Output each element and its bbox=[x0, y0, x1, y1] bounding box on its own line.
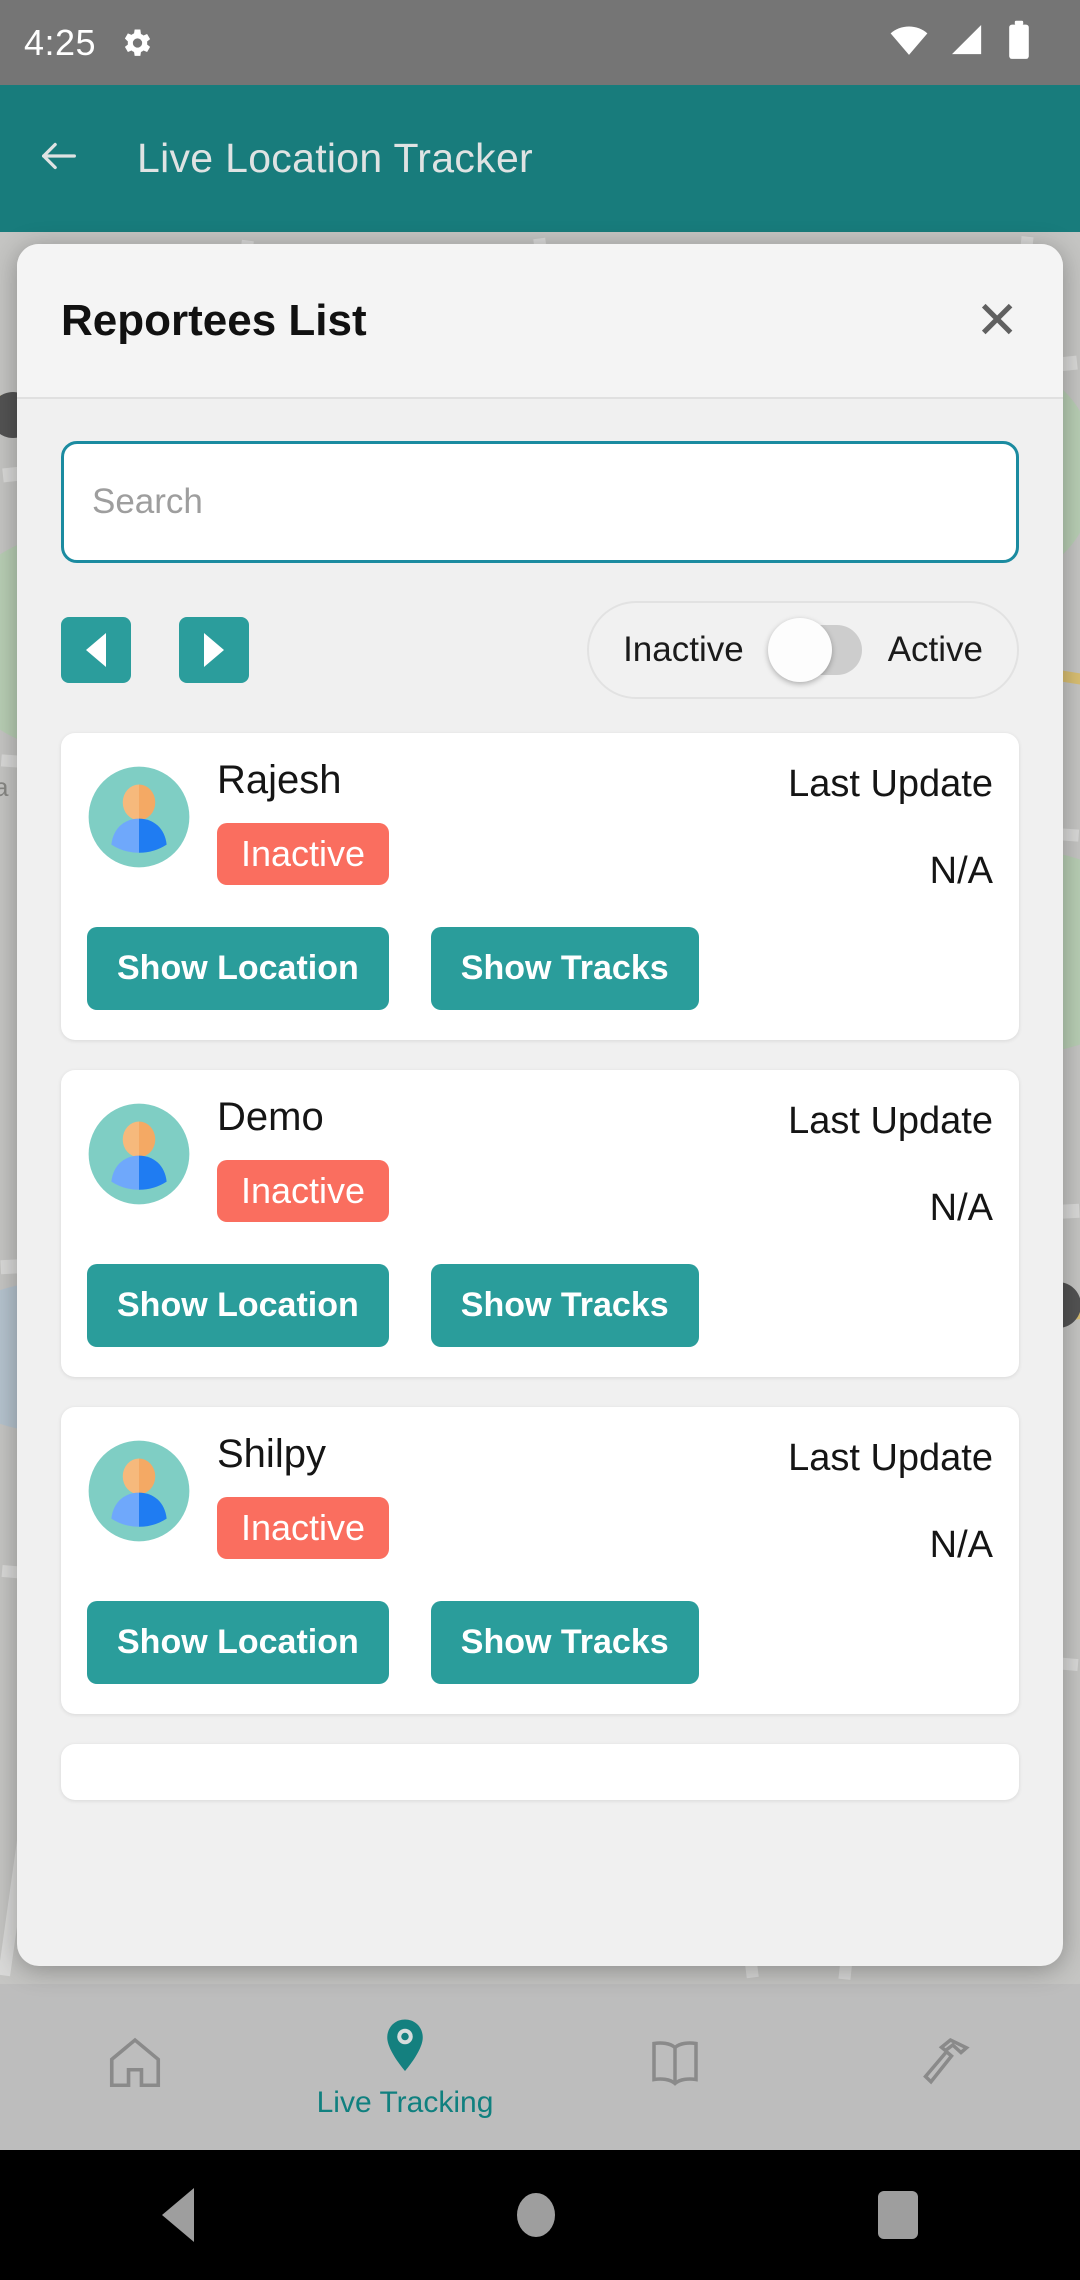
dialog-body: Inactive Active bbox=[17, 399, 1063, 1966]
last-update-block: Last Update N/A bbox=[753, 1096, 993, 1230]
show-location-button[interactable]: Show Location bbox=[87, 1264, 389, 1347]
bottom-navigation: Live Tracking bbox=[0, 1984, 1080, 2150]
nav-item-home[interactable] bbox=[0, 2031, 270, 2104]
wifi-icon bbox=[888, 19, 930, 66]
status-filter-toggle[interactable]: Inactive Active bbox=[587, 601, 1019, 699]
status-right-icons bbox=[888, 19, 1056, 66]
show-tracks-button[interactable]: Show Tracks bbox=[430, 1264, 699, 1347]
hammer-icon bbox=[915, 2032, 975, 2097]
avatar bbox=[87, 1102, 191, 1206]
toggle-label-active: Active bbox=[887, 630, 983, 669]
reportee-info: Shilpy Inactive bbox=[217, 1433, 753, 1559]
reportee-info: Demo Inactive bbox=[217, 1096, 753, 1222]
close-icon[interactable]: ✕ bbox=[975, 295, 1019, 347]
android-back-icon[interactable] bbox=[161, 2188, 194, 2242]
previous-page-button[interactable] bbox=[61, 617, 131, 683]
reportee-name: Demo bbox=[217, 1095, 324, 1139]
last-update-label: Last Update bbox=[788, 763, 993, 805]
nav-item-live-tracking[interactable]: Live Tracking bbox=[270, 2015, 540, 2120]
last-update-block: Last Update N/A bbox=[753, 1433, 993, 1567]
avatar bbox=[87, 765, 191, 869]
reportee-card-top: Rajesh Inactive Last Update N/A bbox=[87, 759, 993, 893]
status-badge: Inactive bbox=[217, 1497, 390, 1559]
toggle-knob bbox=[767, 618, 832, 682]
chevron-right-icon bbox=[204, 633, 224, 667]
reportee-actions: Show Location Show Tracks bbox=[87, 1264, 993, 1347]
show-location-button[interactable]: Show Location bbox=[87, 927, 389, 1010]
reportees-dialog: Reportees List ✕ Inactive Ac bbox=[17, 244, 1063, 1966]
android-navigation-bar bbox=[0, 2150, 1080, 2280]
nav-item-tools[interactable] bbox=[810, 2032, 1080, 2103]
chevron-left-icon bbox=[86, 633, 106, 667]
android-recents-icon[interactable] bbox=[878, 2191, 919, 2239]
status-toggle-switch[interactable] bbox=[767, 618, 862, 682]
dialog-header: Reportees List ✕ bbox=[17, 244, 1063, 399]
reportee-card-top: Shilpy Inactive Last Update N/A bbox=[87, 1433, 993, 1567]
reportee-name: Rajesh bbox=[217, 758, 342, 802]
last-update-value: N/A bbox=[929, 1524, 993, 1566]
reportee-actions: Show Location Show Tracks bbox=[87, 927, 993, 1010]
phone-screen: a S U Live Tracking bbox=[0, 0, 1080, 2280]
reportee-card-top: Demo Inactive Last Update N/A bbox=[87, 1096, 993, 1230]
cellular-signal-icon bbox=[947, 20, 987, 65]
page-title: Live Location Tracker bbox=[137, 135, 533, 181]
reportee-actions: Show Location Show Tracks bbox=[87, 1601, 993, 1684]
nav-item-book[interactable] bbox=[540, 2032, 810, 2103]
toggle-label-inactive: Inactive bbox=[623, 630, 744, 669]
nav-label-live-tracking: Live Tracking bbox=[316, 2085, 494, 2119]
status-badge: Inactive bbox=[217, 823, 390, 885]
app-bar: Live Location Tracker bbox=[0, 85, 1080, 232]
reportee-info: Rajesh Inactive bbox=[217, 759, 753, 885]
gear-icon bbox=[118, 25, 154, 61]
android-home-icon[interactable] bbox=[516, 2193, 555, 2237]
search-input[interactable] bbox=[61, 441, 1019, 563]
last-update-value: N/A bbox=[929, 850, 993, 892]
home-icon bbox=[104, 2031, 166, 2098]
reportee-card[interactable]: Rajesh Inactive Last Update N/A Show Loc… bbox=[61, 733, 1019, 1040]
last-update-label: Last Update bbox=[788, 1100, 993, 1142]
show-location-button[interactable]: Show Location bbox=[87, 1601, 389, 1684]
search-row bbox=[61, 399, 1019, 563]
location-pin-icon bbox=[375, 2015, 435, 2080]
last-update-block: Last Update N/A bbox=[753, 759, 993, 893]
show-tracks-button[interactable]: Show Tracks bbox=[430, 927, 699, 1010]
arrow-left-icon[interactable] bbox=[36, 133, 82, 184]
status-time: 4:25 bbox=[24, 21, 97, 63]
dialog-title: Reportees List bbox=[61, 295, 367, 345]
last-update-label: Last Update bbox=[788, 1437, 993, 1479]
last-update-value: N/A bbox=[929, 1187, 993, 1229]
reportee-name: Shilpy bbox=[217, 1432, 326, 1476]
controls-row: Inactive Active bbox=[61, 595, 1019, 705]
book-icon bbox=[645, 2032, 705, 2097]
show-tracks-button[interactable]: Show Tracks bbox=[430, 1601, 699, 1684]
reportee-card[interactable]: Shilpy Inactive Last Update N/A Show Loc… bbox=[61, 1407, 1019, 1714]
reportee-card-partial[interactable] bbox=[61, 1744, 1019, 1800]
status-bar: 4:25 bbox=[0, 0, 1080, 85]
next-page-button[interactable] bbox=[179, 617, 249, 683]
status-badge: Inactive bbox=[217, 1160, 390, 1222]
avatar bbox=[87, 1439, 191, 1543]
battery-icon bbox=[1004, 19, 1034, 66]
reportee-card[interactable]: Demo Inactive Last Update N/A Show Locat… bbox=[61, 1070, 1019, 1377]
reportees-list: Rajesh Inactive Last Update N/A Show Loc… bbox=[61, 733, 1019, 1800]
